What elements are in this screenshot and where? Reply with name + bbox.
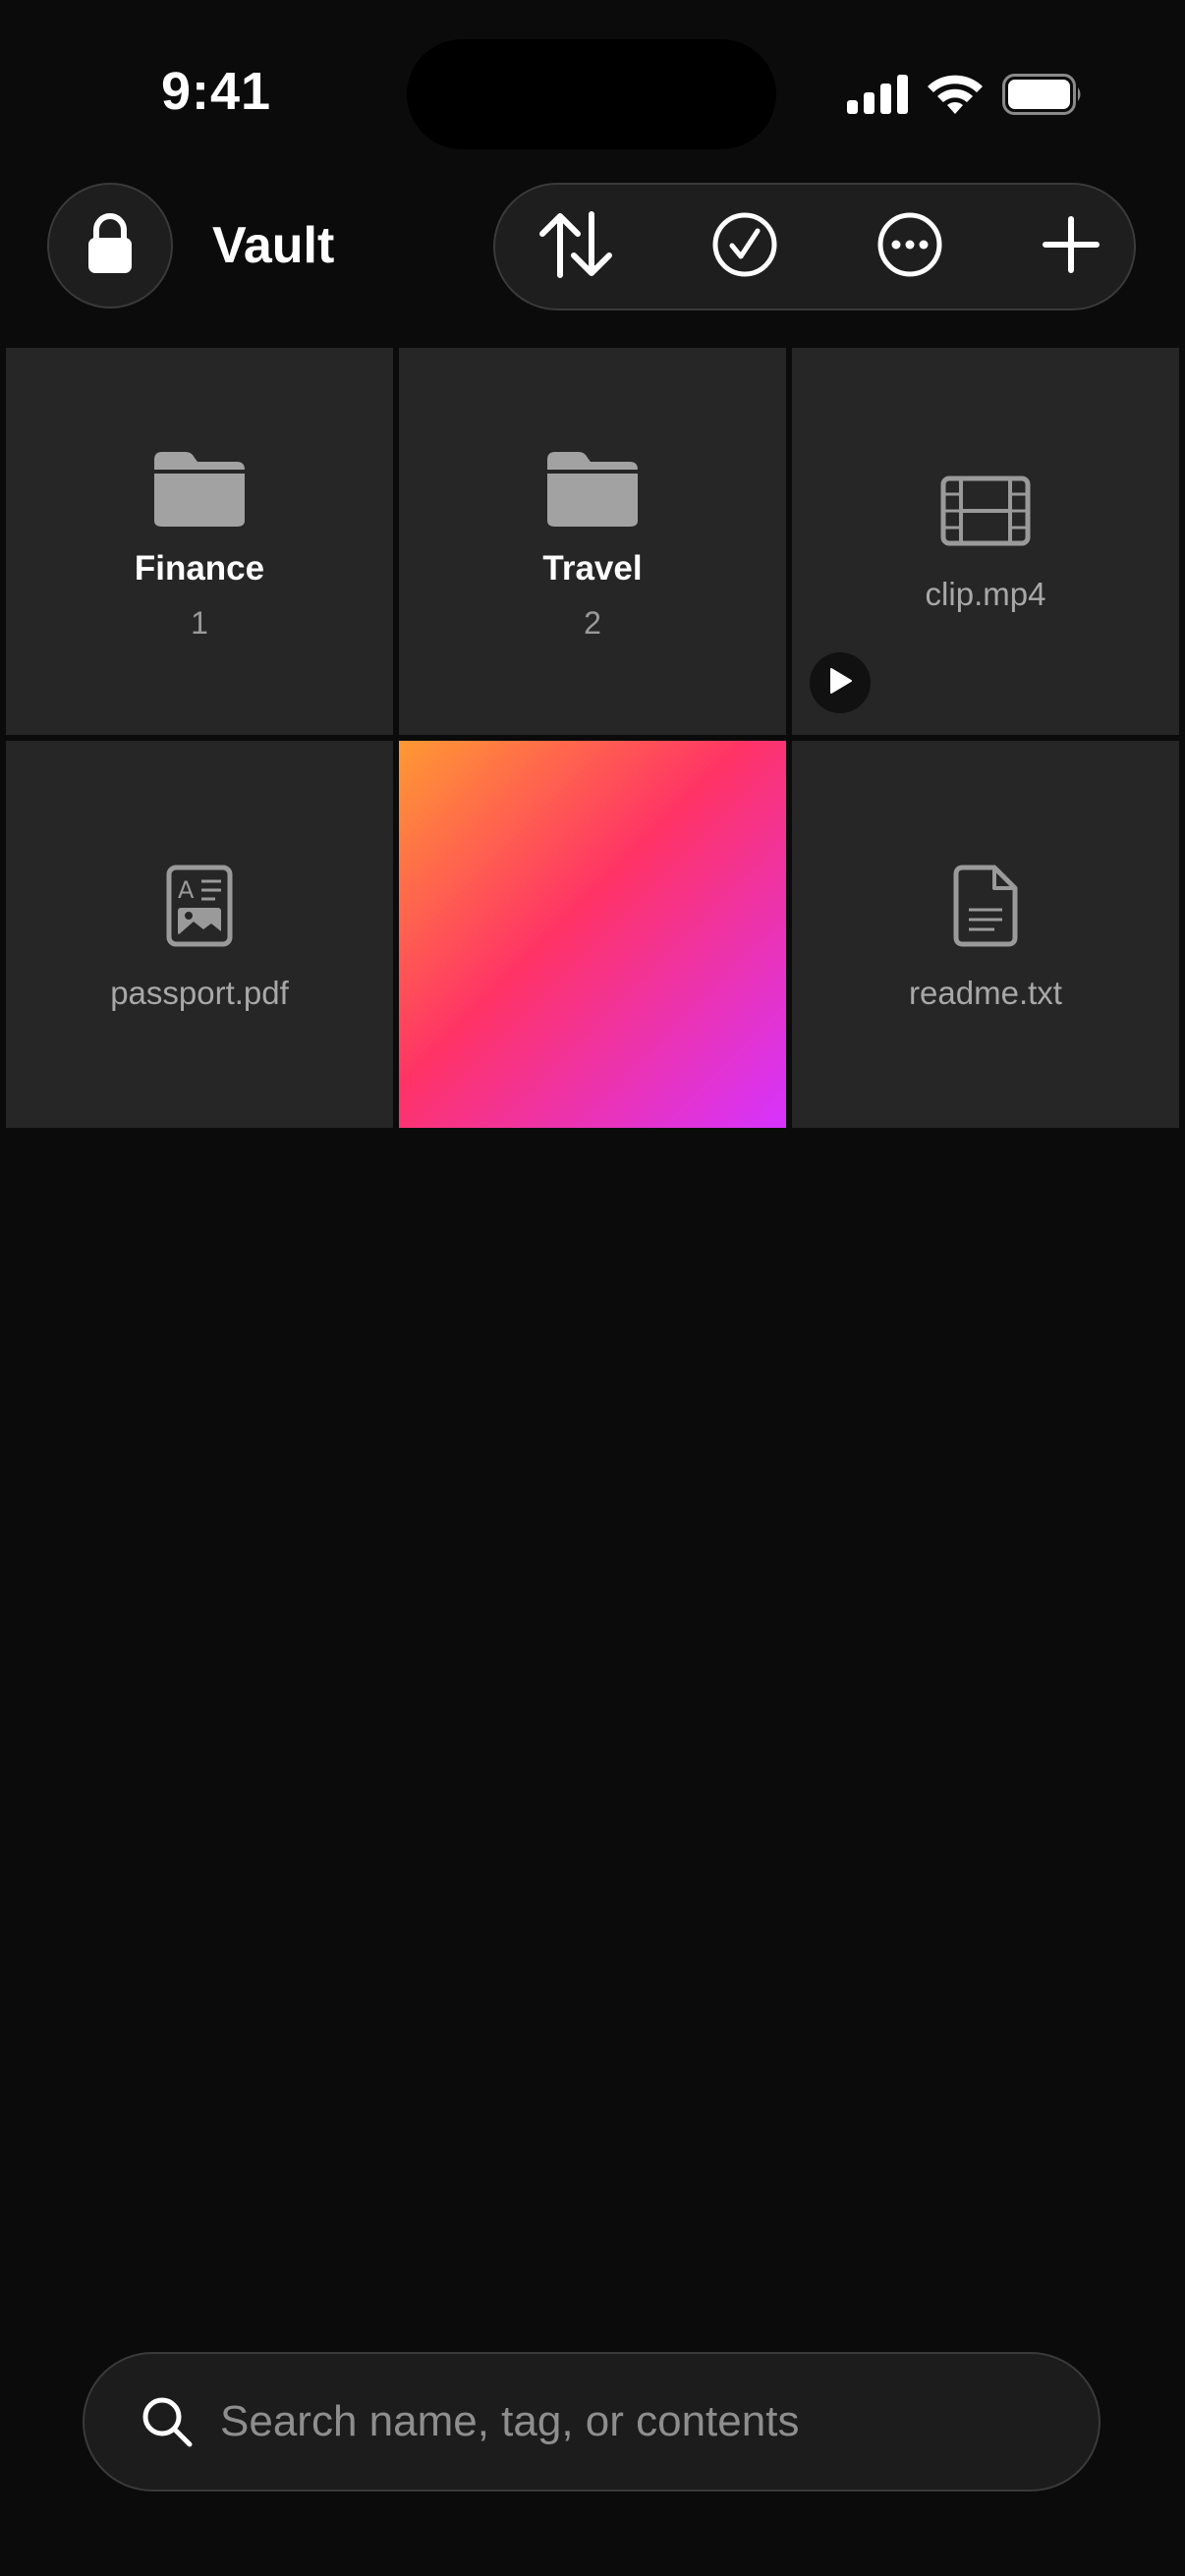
search-icon (138, 2392, 197, 2451)
tile-name: clip.mp4 (925, 576, 1046, 612)
tile-count: 1 (191, 605, 208, 641)
tile-count: 2 (584, 605, 601, 641)
play-icon (827, 667, 853, 700)
tile-name: Finance (134, 549, 265, 588)
wifi-icon (928, 75, 983, 119)
file-tile-readme[interactable]: readme.txt (792, 741, 1179, 1128)
select-button[interactable] (686, 185, 804, 308)
checkmark-circle-icon (711, 211, 778, 283)
folder-tile-finance[interactable]: Finance 1 (6, 348, 393, 735)
image-thumbnail[interactable] (399, 741, 786, 1128)
ellipsis-circle-icon (876, 211, 943, 283)
status-icons (847, 73, 1083, 120)
lock-button[interactable] (47, 183, 173, 308)
page-title: Vault (212, 217, 335, 274)
plus-icon (1042, 215, 1100, 279)
file-tile-passport[interactable]: A passport.pdf (6, 741, 393, 1128)
tile-name: Travel (542, 549, 643, 588)
folder-icon (6, 450, 393, 529)
play-badge (810, 652, 871, 713)
tile-name: readme.txt (909, 975, 1062, 1011)
search-bar[interactable] (83, 2352, 1100, 2492)
dynamic-island (407, 39, 776, 149)
text-document-icon (792, 865, 1179, 947)
status-bar: 9:41 (0, 0, 1185, 177)
sort-arrows-icon (536, 210, 615, 284)
folder-tile-travel[interactable]: Travel 2 (399, 348, 786, 735)
sort-button[interactable] (517, 185, 635, 308)
tile-name: passport.pdf (110, 975, 289, 1011)
cellular-signal-icon (847, 74, 908, 119)
more-button[interactable] (851, 185, 969, 308)
lock-icon (86, 212, 134, 280)
battery-icon (1002, 73, 1083, 120)
id-document-icon: A (6, 865, 393, 947)
file-tile-clip[interactable]: clip.mp4 (792, 348, 1179, 735)
add-button[interactable] (1012, 185, 1130, 308)
folder-icon (399, 450, 786, 529)
search-input[interactable] (218, 2396, 1047, 2447)
film-icon (792, 476, 1179, 546)
svg-text:A: A (178, 876, 195, 904)
toolbar (493, 183, 1136, 310)
status-time: 9:41 (160, 62, 272, 121)
